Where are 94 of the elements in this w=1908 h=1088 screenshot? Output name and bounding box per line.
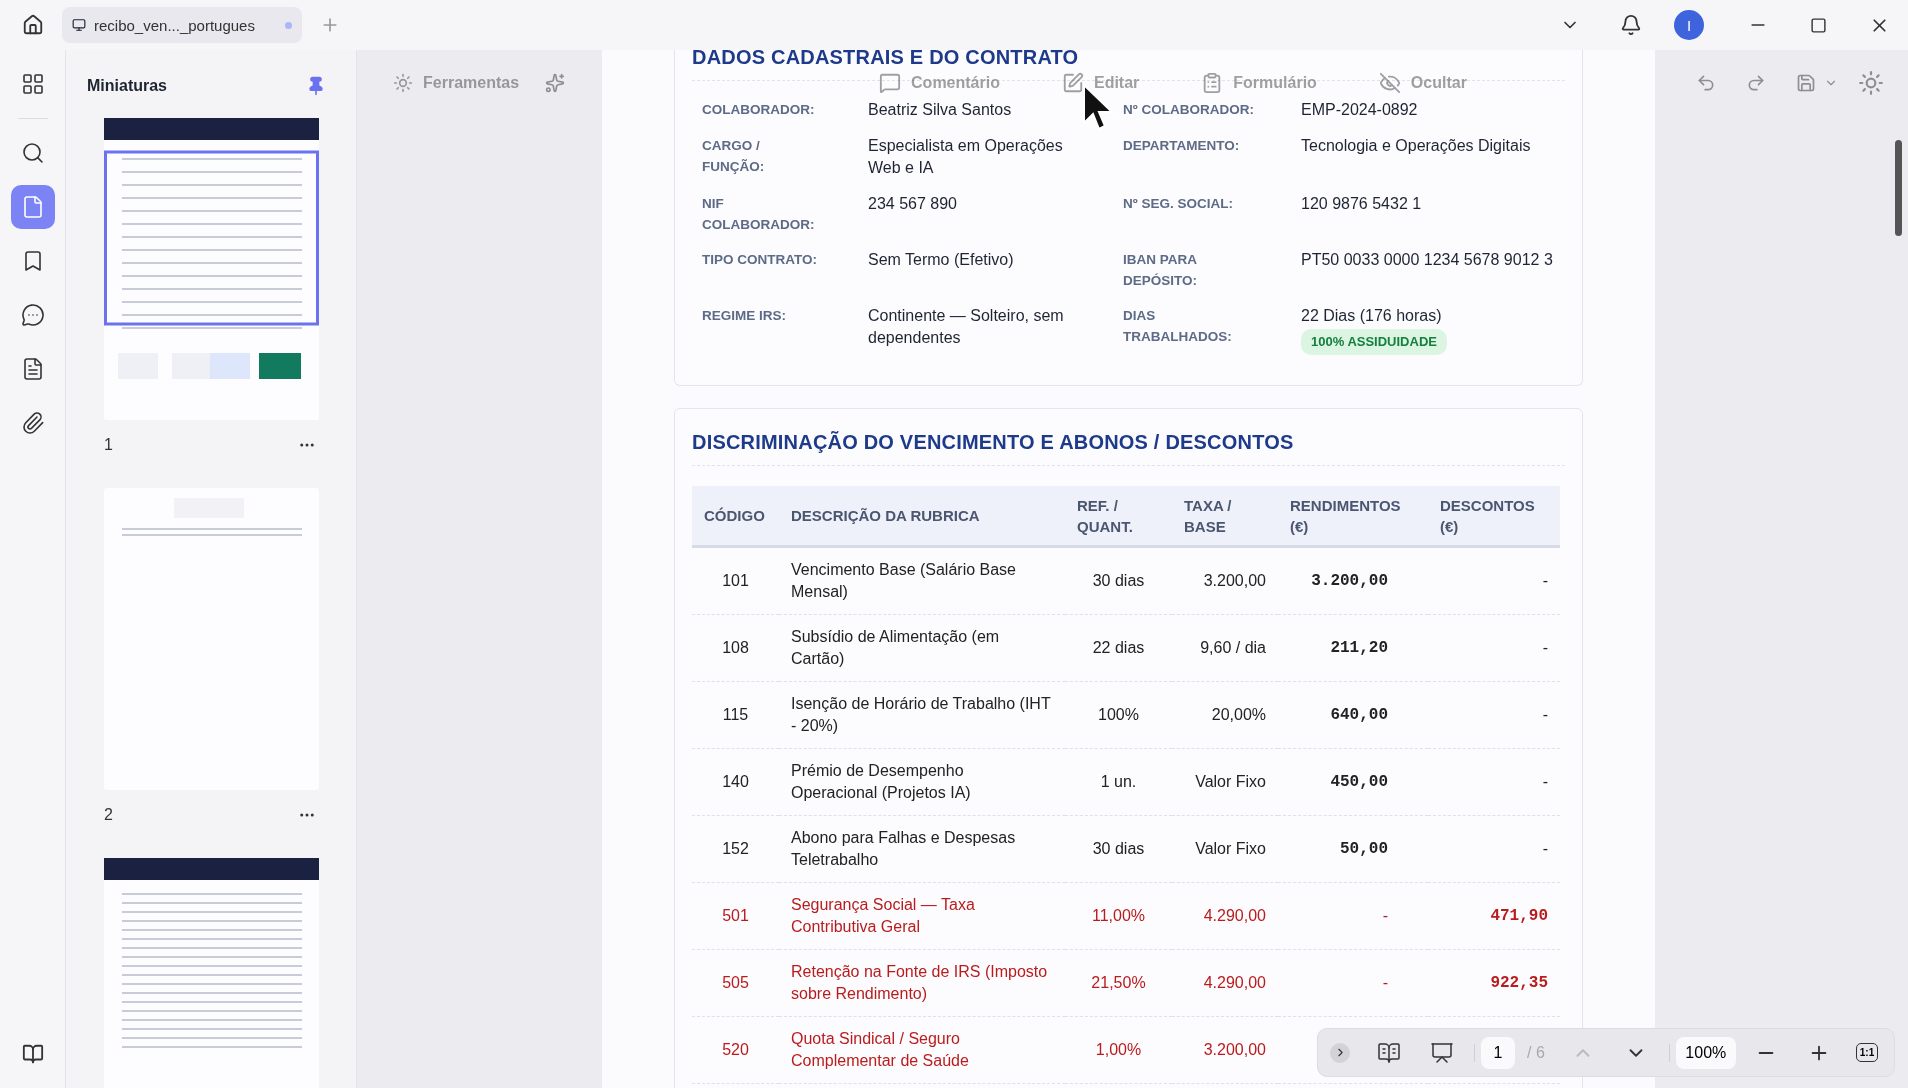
column-header: DESCONTOS (€) xyxy=(1428,486,1560,548)
table-cell-text: 505 xyxy=(722,973,749,993)
field-label: DEPARTAMENTO: xyxy=(1123,137,1241,155)
page-thumbnail[interactable] xyxy=(104,488,319,790)
field-label: Nº COLABORADOR: xyxy=(1123,101,1255,119)
column-header: DESCRIÇÃO DA RUBRICA xyxy=(779,486,1065,548)
table-cell-text: - xyxy=(1542,772,1548,792)
table-cell-text: Subsídio de Alimentação (em Cartão) xyxy=(791,627,1001,669)
table-cell-text: 501 xyxy=(722,906,749,926)
column-header: RENDIMENTOS (€) xyxy=(1278,486,1428,548)
table-cell-text: 211,20 xyxy=(1330,638,1388,659)
field-label: NIF COLABORADOR: xyxy=(702,195,816,234)
table-cell-text: 115 xyxy=(722,705,749,725)
status-badge: 100% ASSIDUIDADE xyxy=(1301,329,1447,355)
table-cell-text: 471,90 xyxy=(1490,906,1548,927)
table-cell-text: - xyxy=(1542,571,1548,591)
page-thumbnail[interactable] xyxy=(104,118,319,420)
actual-size-button[interactable]: 1:1 xyxy=(1855,1043,1879,1062)
table-cell-text: 100% xyxy=(1098,705,1139,725)
tab-title: recibo_ven..._portugues xyxy=(94,16,256,34)
field-value: Sem Termo (Efetivo) xyxy=(868,250,1014,270)
table-cell-text: Abono para Falhas e Despesas Teletrabalho xyxy=(791,828,1017,870)
page-input[interactable]: 1 xyxy=(1481,1036,1515,1069)
table-cell-text: 450,00 xyxy=(1330,772,1388,793)
table-cell-text: 3.200,00 xyxy=(1203,571,1266,591)
table-cell-text: 11,00% xyxy=(1091,906,1146,926)
table-cell-text: 3.200,00 xyxy=(1203,1040,1266,1060)
zoom-field[interactable]: 100% xyxy=(1675,1036,1736,1069)
table-cell-text: 30 dias xyxy=(1092,571,1145,591)
field-value: 120 9876 5432 1 xyxy=(1301,194,1422,214)
monitor-icon xyxy=(72,18,86,32)
user-avatar[interactable]: I xyxy=(1674,10,1704,40)
table-cell-text: Segurança Social — Taxa Contributiva Geral xyxy=(791,895,976,937)
field-label: DIAS TRABALHADOS: xyxy=(1123,307,1233,346)
field-label: CARGO / FUNÇÃO: xyxy=(702,137,766,176)
table-cell-text: 22 dias xyxy=(1092,638,1145,658)
field-label: IBAN PARA DEPÓSITO: xyxy=(1123,251,1198,290)
edit-icon xyxy=(1061,72,1084,94)
table-cell-text: Quota Sindical / Seguro Complementar de Saúde xyxy=(791,1029,970,1071)
table-cell-text: 640,00 xyxy=(1330,705,1388,726)
table-cell-text: - xyxy=(1542,638,1548,658)
page-count: / 6 xyxy=(1527,1043,1545,1062)
field-value: 234 567 890 xyxy=(868,194,957,214)
field-label: COLABORADOR: xyxy=(702,101,816,119)
field-label: TIPO CONTRATO: xyxy=(702,251,818,269)
table-cell-text: 3.200,00 xyxy=(1311,571,1388,592)
table-cell-text: 9,60 / dia xyxy=(1200,638,1266,658)
table-cell-text: 21,50% xyxy=(1091,973,1146,993)
field-value: Beatriz Silva Santos xyxy=(868,100,1012,120)
field-label: Nº SEG. SOCIAL: xyxy=(1123,195,1234,213)
table-cell-text: 101 xyxy=(722,571,749,591)
table-cell-text: 1,00% xyxy=(1095,1040,1142,1060)
field-value: PT50 0033 0000 1234 5678 9012 3 xyxy=(1301,250,1553,270)
table-cell-text: Retenção na Fonte de IRS (Imposto sobre Rendimento) xyxy=(791,962,1049,1004)
table-cell-text: 4.290,00 xyxy=(1203,906,1266,926)
field-label: REGIME IRS: xyxy=(702,307,787,325)
page-icon[interactable] xyxy=(10,185,55,229)
table-cell-text: Isenção de Horário de Trabalho (IHT - 20%) xyxy=(791,694,1052,736)
field-value: Continente — Solteiro, sem dependentes xyxy=(868,306,1065,348)
table-cell-text: 20,00% xyxy=(1211,705,1266,725)
table-cell-text: 520 xyxy=(722,1040,749,1060)
panel-title: Miniaturas xyxy=(87,77,167,95)
scrollbar[interactable] xyxy=(1895,140,1902,236)
table-cell-text: 922,35 xyxy=(1490,973,1548,994)
table-cell-text: 50,00 xyxy=(1340,839,1388,860)
table-cell-text: 152 xyxy=(722,839,749,859)
table-cell-text: 140 xyxy=(722,772,749,792)
field-value: Tecnologia e Operações Digitais xyxy=(1301,136,1531,156)
expand-button[interactable] xyxy=(1330,1042,1350,1063)
field-value: 22 Dias (176 horas) xyxy=(1301,306,1442,326)
table-cell-text: - xyxy=(1382,906,1388,926)
page-thumbnail[interactable] xyxy=(104,858,319,1088)
table-cell-text: - xyxy=(1542,705,1548,725)
document-tab[interactable]: recibo_ven..._portugues xyxy=(62,7,302,43)
field-value: EMP-2024-0892 xyxy=(1301,100,1418,120)
table-cell-text: 108 xyxy=(722,638,749,658)
table-cell-text: Valor Fixo xyxy=(1195,839,1266,859)
table-cell-text: - xyxy=(1542,839,1548,859)
table-cell-text: Prémio de Desempenho Operacional (Projetos IA) xyxy=(791,761,972,803)
table-cell-text: Valor Fixo xyxy=(1195,772,1266,792)
page-number: 2 xyxy=(104,806,113,824)
table-cell-text: - xyxy=(1382,973,1388,993)
field-value: Especialista em Operações Web e IA xyxy=(868,136,1064,178)
section-title: DISCRIMINAÇÃO DO VENCIMENTO E ABONOS / DESCONTOS xyxy=(692,409,1565,466)
table-cell-text: 4.290,00 xyxy=(1203,973,1266,993)
page-number: 1 xyxy=(104,436,113,454)
column-header: CÓDIGO xyxy=(692,486,779,548)
eye-off-icon xyxy=(1378,72,1401,94)
comment-icon xyxy=(879,72,902,94)
column-header: TAXA / BASE xyxy=(1172,486,1278,548)
table-cell-text: 30 dias xyxy=(1092,839,1145,859)
column-header: REF. / QUANT. xyxy=(1065,486,1172,548)
table-cell-text: Vencimento Base (Salário Base Mensal) xyxy=(791,560,1017,602)
table-cell-text: 1 un. xyxy=(1100,772,1137,792)
